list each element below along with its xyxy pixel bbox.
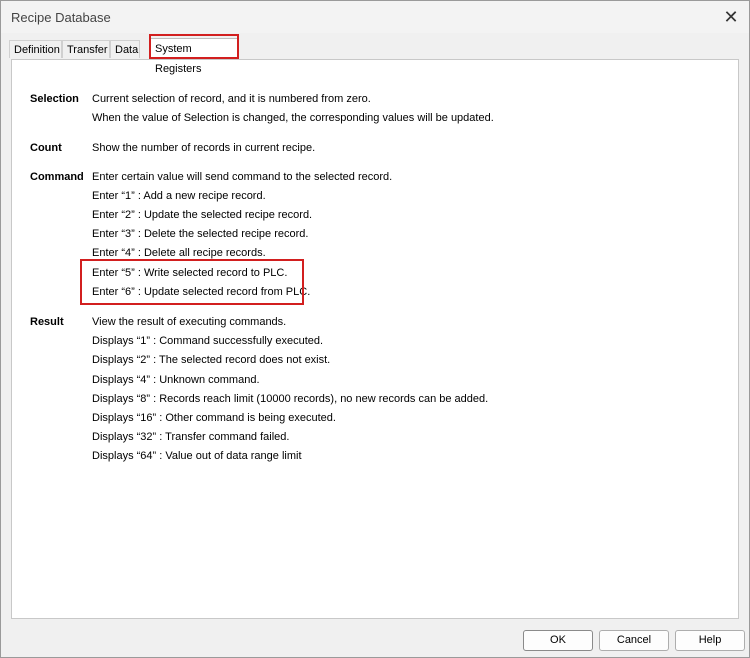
command-line: Enter “3” : Delete the selected recipe r… <box>92 228 309 240</box>
ok-button[interactable]: OK <box>523 630 593 651</box>
result-line: Displays “64” : Value out of data range … <box>92 450 302 462</box>
result-line: Displays “16” : Other command is being e… <box>92 412 336 424</box>
result-line: Displays “32” : Transfer command failed. <box>92 431 290 443</box>
recipe-database-dialog: Recipe Database ✕ Definition Transfer Da… <box>0 0 750 658</box>
tab-definition[interactable]: Definition <box>9 40 62 58</box>
command-line: Enter “4” : Delete all recipe records. <box>92 247 266 259</box>
result-line: Displays “8” : Records reach limit (1000… <box>92 393 489 405</box>
tab-data[interactable]: Data <box>110 40 140 58</box>
dialog-title: Recipe Database <box>11 10 111 25</box>
tab-highlight-box <box>149 34 239 59</box>
title-bar: Recipe Database ✕ <box>1 1 749 33</box>
result-line: Displays “4” : Unknown command. <box>92 374 260 386</box>
result-line: Displays “1” : Command successfully exec… <box>92 335 324 347</box>
cancel-button[interactable]: Cancel <box>599 630 669 651</box>
command-line: Enter certain value will send command to… <box>92 171 393 183</box>
system-registers-panel: Selection Current selection of record, a… <box>11 59 739 619</box>
result-term: Result <box>30 316 64 328</box>
command-line: Enter “2” : Update the selected recipe r… <box>92 209 313 221</box>
command-highlight-box <box>80 259 304 305</box>
close-icon[interactable]: ✕ <box>721 7 741 27</box>
selection-line: When the value of Selection is changed, … <box>92 112 494 124</box>
result-line: Displays “2” : The selected record does … <box>92 354 331 366</box>
help-button[interactable]: Help <box>675 630 745 651</box>
selection-line: Current selection of record, and it is n… <box>92 93 371 105</box>
result-line: View the result of executing commands. <box>92 316 287 328</box>
command-line: Enter “1” : Add a new recipe record. <box>92 190 266 202</box>
tab-transfer[interactable]: Transfer <box>62 40 110 58</box>
command-term: Command <box>30 171 84 183</box>
selection-term: Selection <box>30 93 79 105</box>
count-line: Show the number of records in current re… <box>92 142 316 154</box>
count-term: Count <box>30 142 62 154</box>
